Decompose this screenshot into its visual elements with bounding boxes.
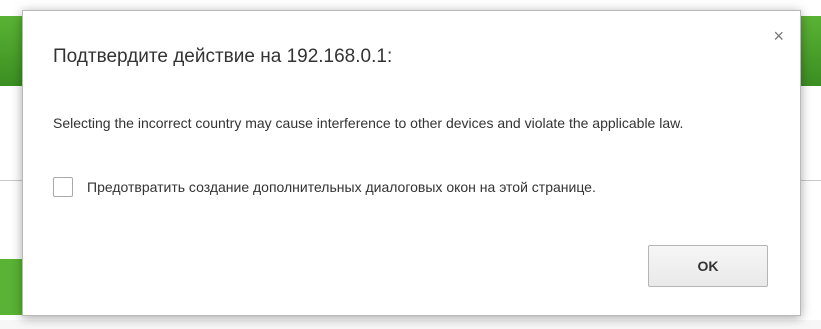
dialog-message: Selecting the incorrect country may caus… <box>53 115 684 131</box>
close-icon[interactable]: × <box>773 27 784 45</box>
suppress-dialogs-option[interactable]: Предотвратить создание дополнительных ди… <box>53 177 596 197</box>
dialog-title: Подтвердите действие на 192.168.0.1: <box>53 46 393 67</box>
background-footer-fragment <box>0 320 821 329</box>
background-divider <box>801 180 821 181</box>
confirm-dialog: Подтвердите действие на 192.168.0.1: × S… <box>22 10 801 316</box>
background-header-fragment <box>0 16 22 86</box>
suppress-dialogs-label[interactable]: Предотвратить создание дополнительных ди… <box>87 179 596 195</box>
background-header-fragment <box>801 16 821 86</box>
ok-button[interactable]: OK <box>648 245 768 287</box>
background-divider <box>0 180 22 181</box>
background-button-fragment <box>0 259 22 315</box>
suppress-dialogs-checkbox[interactable] <box>53 177 73 197</box>
